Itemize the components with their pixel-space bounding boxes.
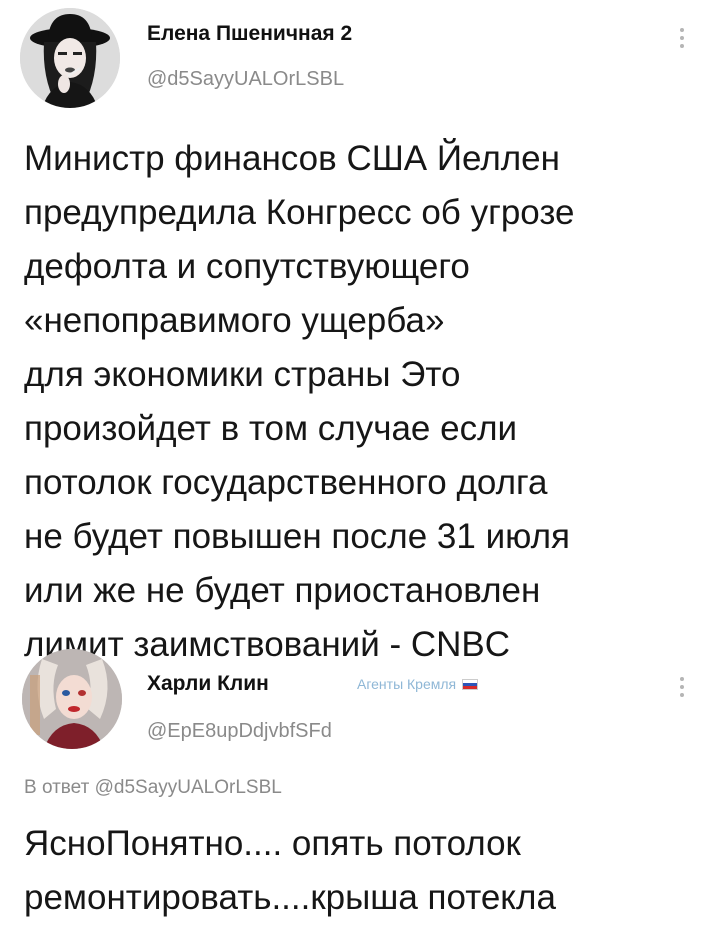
avatar-woman-hat-icon (20, 8, 120, 108)
badge-label: Агенты Кремля (357, 676, 457, 692)
avatar[interactable] (22, 649, 122, 749)
reply-prefix: В ответ (24, 777, 90, 798)
russia-flag-icon (462, 678, 479, 690)
reply-mention-link[interactable]: @d5SayyUALOrLSBL (95, 777, 282, 798)
tweet-text: Министр финансов США Йеллен предупредила… (24, 139, 575, 664)
reply-context: В ответ @d5SayyUALOrLSBL (24, 777, 282, 799)
author-handle[interactable]: @EpE8upDdjvbfSFd (147, 720, 332, 743)
author-name[interactable]: Елена Пшеничная 2 (147, 22, 352, 46)
avatar[interactable] (20, 8, 120, 108)
author-handle[interactable]: @d5SayyUALOrLSBL (147, 68, 344, 91)
author-name[interactable]: Харли Клин (147, 672, 269, 696)
tweet-thread: Елена Пшеничная 2 @d5SayyUALOrLSBL Минис… (0, 0, 720, 945)
more-vertical-icon[interactable] (680, 28, 686, 48)
more-vertical-icon[interactable] (680, 677, 686, 697)
avatar-harley-icon (22, 649, 122, 749)
tweet-text: ЯсноПонятно.... опять потолок ремонтиров… (24, 824, 556, 917)
status-badge: Агенты Кремля (357, 676, 479, 692)
